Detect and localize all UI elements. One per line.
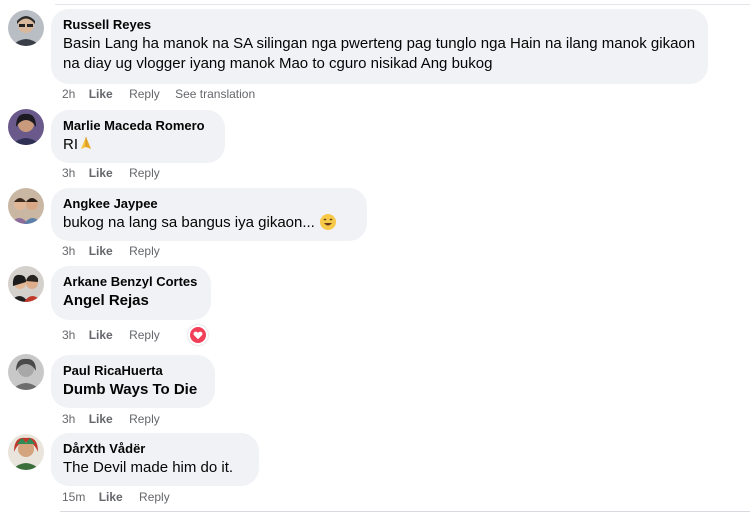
- comment-text: bukog na lang sa bangus iya gikaon...: [63, 214, 315, 231]
- like-button[interactable]: Like: [89, 86, 113, 102]
- reply-button[interactable]: Reply: [129, 411, 160, 427]
- tagged-user-link[interactable]: Angel Rejas: [63, 291, 199, 311]
- comment-text: Basin Lang ha manok na SA silingan nga p…: [63, 35, 696, 72]
- bottom-divider: [60, 511, 750, 512]
- reply-button[interactable]: Reply: [129, 327, 160, 343]
- smiling-face-emoji: [319, 214, 336, 230]
- comment-author[interactable]: Paul RicaHuerta: [63, 363, 203, 379]
- avatar[interactable]: [8, 354, 44, 390]
- avatar[interactable]: [8, 266, 44, 302]
- reply-button[interactable]: Reply: [139, 489, 170, 505]
- like-button[interactable]: Like: [89, 411, 113, 427]
- comment-timestamp[interactable]: 15m: [62, 489, 85, 505]
- comment-bubble: Marlie Maceda Romero RI: [51, 110, 225, 163]
- comment-bubble: Angkee Jaypee bukog na lang sa bangus iy…: [51, 188, 367, 241]
- comment-bubble: Arkane Benzyl Cortes Angel Rejas: [51, 266, 211, 320]
- top-divider: [55, 4, 750, 5]
- comment-bubble: Russell Reyes Basin Lang ha manok na SA …: [51, 9, 708, 84]
- folded-hands-emoji: [81, 137, 91, 149]
- heart-reaction-icon[interactable]: [188, 325, 208, 345]
- comment-actions: 3h Like Reply: [62, 327, 172, 343]
- avatar[interactable]: [8, 109, 44, 145]
- like-button[interactable]: Like: [89, 243, 113, 259]
- comment-text-row: RI: [63, 135, 213, 155]
- comment-author[interactable]: Arkane Benzyl Cortes: [63, 274, 199, 290]
- like-button[interactable]: Like: [89, 165, 113, 181]
- comment-text-row: bukog na lang sa bangus iya gikaon...: [63, 213, 355, 233]
- comment-text: RI: [63, 136, 78, 153]
- avatar[interactable]: [8, 434, 44, 470]
- avatar[interactable]: [8, 188, 44, 224]
- like-button[interactable]: Like: [99, 489, 123, 505]
- comment-timestamp[interactable]: 3h: [62, 243, 75, 259]
- comment-timestamp[interactable]: 3h: [62, 165, 75, 181]
- comment-author[interactable]: Marlie Maceda Romero: [63, 118, 213, 134]
- avatar[interactable]: [8, 10, 44, 46]
- comment-actions: 3h Like Reply: [62, 411, 172, 427]
- comment-timestamp[interactable]: 2h: [62, 86, 75, 102]
- comment-actions: 3h Like Reply: [62, 165, 172, 181]
- reply-button[interactable]: Reply: [129, 243, 160, 259]
- comment-author[interactable]: Angkee Jaypee: [63, 196, 355, 212]
- reply-button[interactable]: Reply: [129, 165, 160, 181]
- comment-timestamp[interactable]: 3h: [62, 327, 75, 343]
- tagged-page-link[interactable]: Dumb Ways To Die: [63, 380, 203, 400]
- like-button[interactable]: Like: [89, 327, 113, 343]
- comment-author[interactable]: Russell Reyes: [63, 17, 696, 33]
- comment-bubble: DårXth Vådër The Devil made him do it.: [51, 433, 259, 486]
- comment-timestamp[interactable]: 3h: [62, 411, 75, 427]
- comment-bubble: Paul RicaHuerta Dumb Ways To Die: [51, 355, 215, 408]
- comment-actions: 3h Like Reply: [62, 243, 172, 259]
- reply-button[interactable]: Reply: [129, 86, 160, 102]
- comment-actions: 2h Like Reply See translation: [62, 86, 255, 102]
- see-translation-link[interactable]: See translation: [175, 86, 255, 102]
- comment-text: The Devil made him do it.: [63, 459, 234, 476]
- comment-actions: 15m Like Reply: [62, 489, 182, 505]
- comment-author[interactable]: DårXth Vådër: [63, 441, 247, 457]
